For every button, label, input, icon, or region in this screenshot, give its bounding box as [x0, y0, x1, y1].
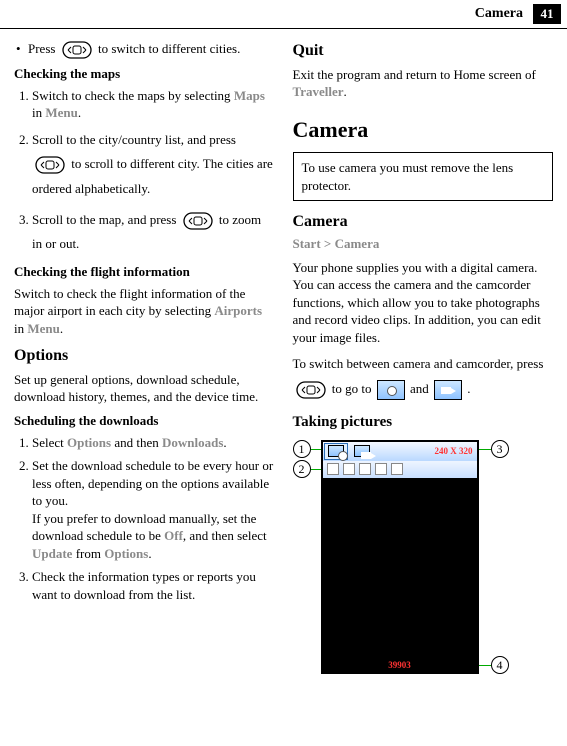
camera-screen: 240 X 320 39903 [321, 440, 479, 674]
text: Scroll to the city/country list, and pre… [32, 132, 236, 147]
left-column: Press to switch to different cities. Che… [14, 40, 275, 738]
nav-key-icon [296, 381, 326, 399]
page-number: 41 [533, 4, 561, 24]
ui-term-options: Options [104, 546, 148, 561]
text: Scroll to the map, and press [32, 212, 180, 227]
heading-camera-sub: Camera [293, 211, 554, 233]
ui-term-airports: Airports [214, 303, 262, 318]
text: in [14, 321, 27, 336]
breadcrumb-sep: > [321, 236, 335, 251]
ui-term-options: Options [67, 435, 111, 450]
text: Switch to check the flight information o… [14, 286, 245, 319]
callout-2: 2 [293, 460, 311, 478]
text: . [60, 321, 63, 336]
ui-term-downloads: Downloads [162, 435, 223, 450]
nav-key-icon [35, 156, 65, 174]
camera-counter: 39903 [323, 658, 477, 672]
heading-quit: Quit [293, 40, 554, 62]
subheading-checking-flight: Checking the flight information [14, 263, 275, 281]
camera-mode-tabs: 240 X 320 [323, 442, 477, 461]
toolbar-icon [359, 463, 371, 475]
list-item: Press to switch to different cities. [28, 40, 275, 59]
text: . [78, 105, 81, 120]
breadcrumb-start: Start [293, 236, 321, 251]
breadcrumb: Start > Camera [293, 235, 554, 253]
paragraph: Switch to check the flight information o… [14, 285, 275, 338]
camera-viewfinder [323, 478, 477, 658]
text: . [148, 546, 151, 561]
paragraph: Your phone supplies you with a digital c… [293, 259, 554, 347]
text: to go to [332, 381, 375, 396]
ui-term-menu: Menu [45, 105, 78, 120]
header-rule [0, 28, 567, 29]
list-item: Set the download schedule to be every ho… [32, 457, 275, 562]
toolbar-icon [391, 463, 403, 475]
paragraph: Set up general options, download schedul… [14, 371, 275, 406]
toolbar-icon [327, 463, 339, 475]
list-item: Check the information types or reports y… [32, 568, 275, 603]
camera-tab-video [350, 443, 374, 460]
ui-term-traveller: Traveller [293, 84, 344, 99]
ui-term-off: Off [164, 528, 183, 543]
text: to scroll to different city. The cities … [32, 156, 273, 196]
text: Set the download schedule to be every ho… [32, 458, 273, 508]
camcorder-mode-icon [434, 380, 462, 400]
list-item: Scroll to the city/country list, and pre… [32, 128, 275, 202]
subheading-scheduling: Scheduling the downloads [14, 412, 275, 430]
text: Switch to check the maps by selecting [32, 88, 234, 103]
ui-term-maps: Maps [234, 88, 265, 103]
camera-diagram: 1 2 3 4 240 X 320 [321, 440, 531, 674]
right-column: Quit Exit the program and return to Home… [293, 40, 554, 738]
header-section: Camera [475, 5, 523, 24]
camera-resolution: 240 X 320 [435, 445, 473, 457]
page-header: Camera 41 [475, 4, 567, 24]
list-item: Scroll to the map, and press to zoom in … [32, 208, 275, 257]
text: Select [32, 435, 67, 450]
text: from [72, 546, 104, 561]
ui-term-menu: Menu [27, 321, 60, 336]
camcorder-icon [354, 445, 370, 457]
toolbar-icon [343, 463, 355, 475]
callout-4: 4 [491, 656, 509, 674]
camera-toolbar [323, 461, 477, 478]
ui-term-update: Update [32, 546, 72, 561]
nav-key-icon [183, 212, 213, 230]
text: . [467, 381, 470, 396]
heading-taking-pictures: Taking pictures [293, 412, 554, 432]
heading-options: Options [14, 345, 275, 367]
paragraph: To switch between camera and camcorder, … [293, 352, 554, 401]
text: in [32, 105, 45, 120]
text: . [344, 84, 347, 99]
camera-icon [328, 445, 344, 457]
subheading-checking-maps: Checking the maps [14, 65, 275, 83]
text: To switch between camera and camcorder, … [293, 356, 544, 371]
list-item: Switch to check the maps by selecting Ma… [32, 87, 275, 122]
camera-tab-photo [324, 443, 348, 460]
text: and [410, 381, 432, 396]
paragraph: Exit the program and return to Home scre… [293, 66, 554, 101]
breadcrumb-camera: Camera [335, 236, 380, 251]
text: . [223, 435, 226, 450]
text: Exit the program and return to Home scre… [293, 67, 536, 82]
heading-camera-main: Camera [293, 115, 554, 145]
nav-key-icon [62, 41, 92, 59]
notice-box: To use camera you must remove the lens p… [293, 152, 554, 201]
list-item: Select Options and then Downloads. [32, 434, 275, 452]
text: Press [28, 41, 59, 56]
toolbar-icon [375, 463, 387, 475]
text: , and then select [183, 528, 267, 543]
camera-mode-icon [377, 380, 405, 400]
callout-3: 3 [491, 440, 509, 458]
text: to switch to different cities. [98, 41, 240, 56]
callout-1: 1 [293, 440, 311, 458]
text: and then [111, 435, 162, 450]
